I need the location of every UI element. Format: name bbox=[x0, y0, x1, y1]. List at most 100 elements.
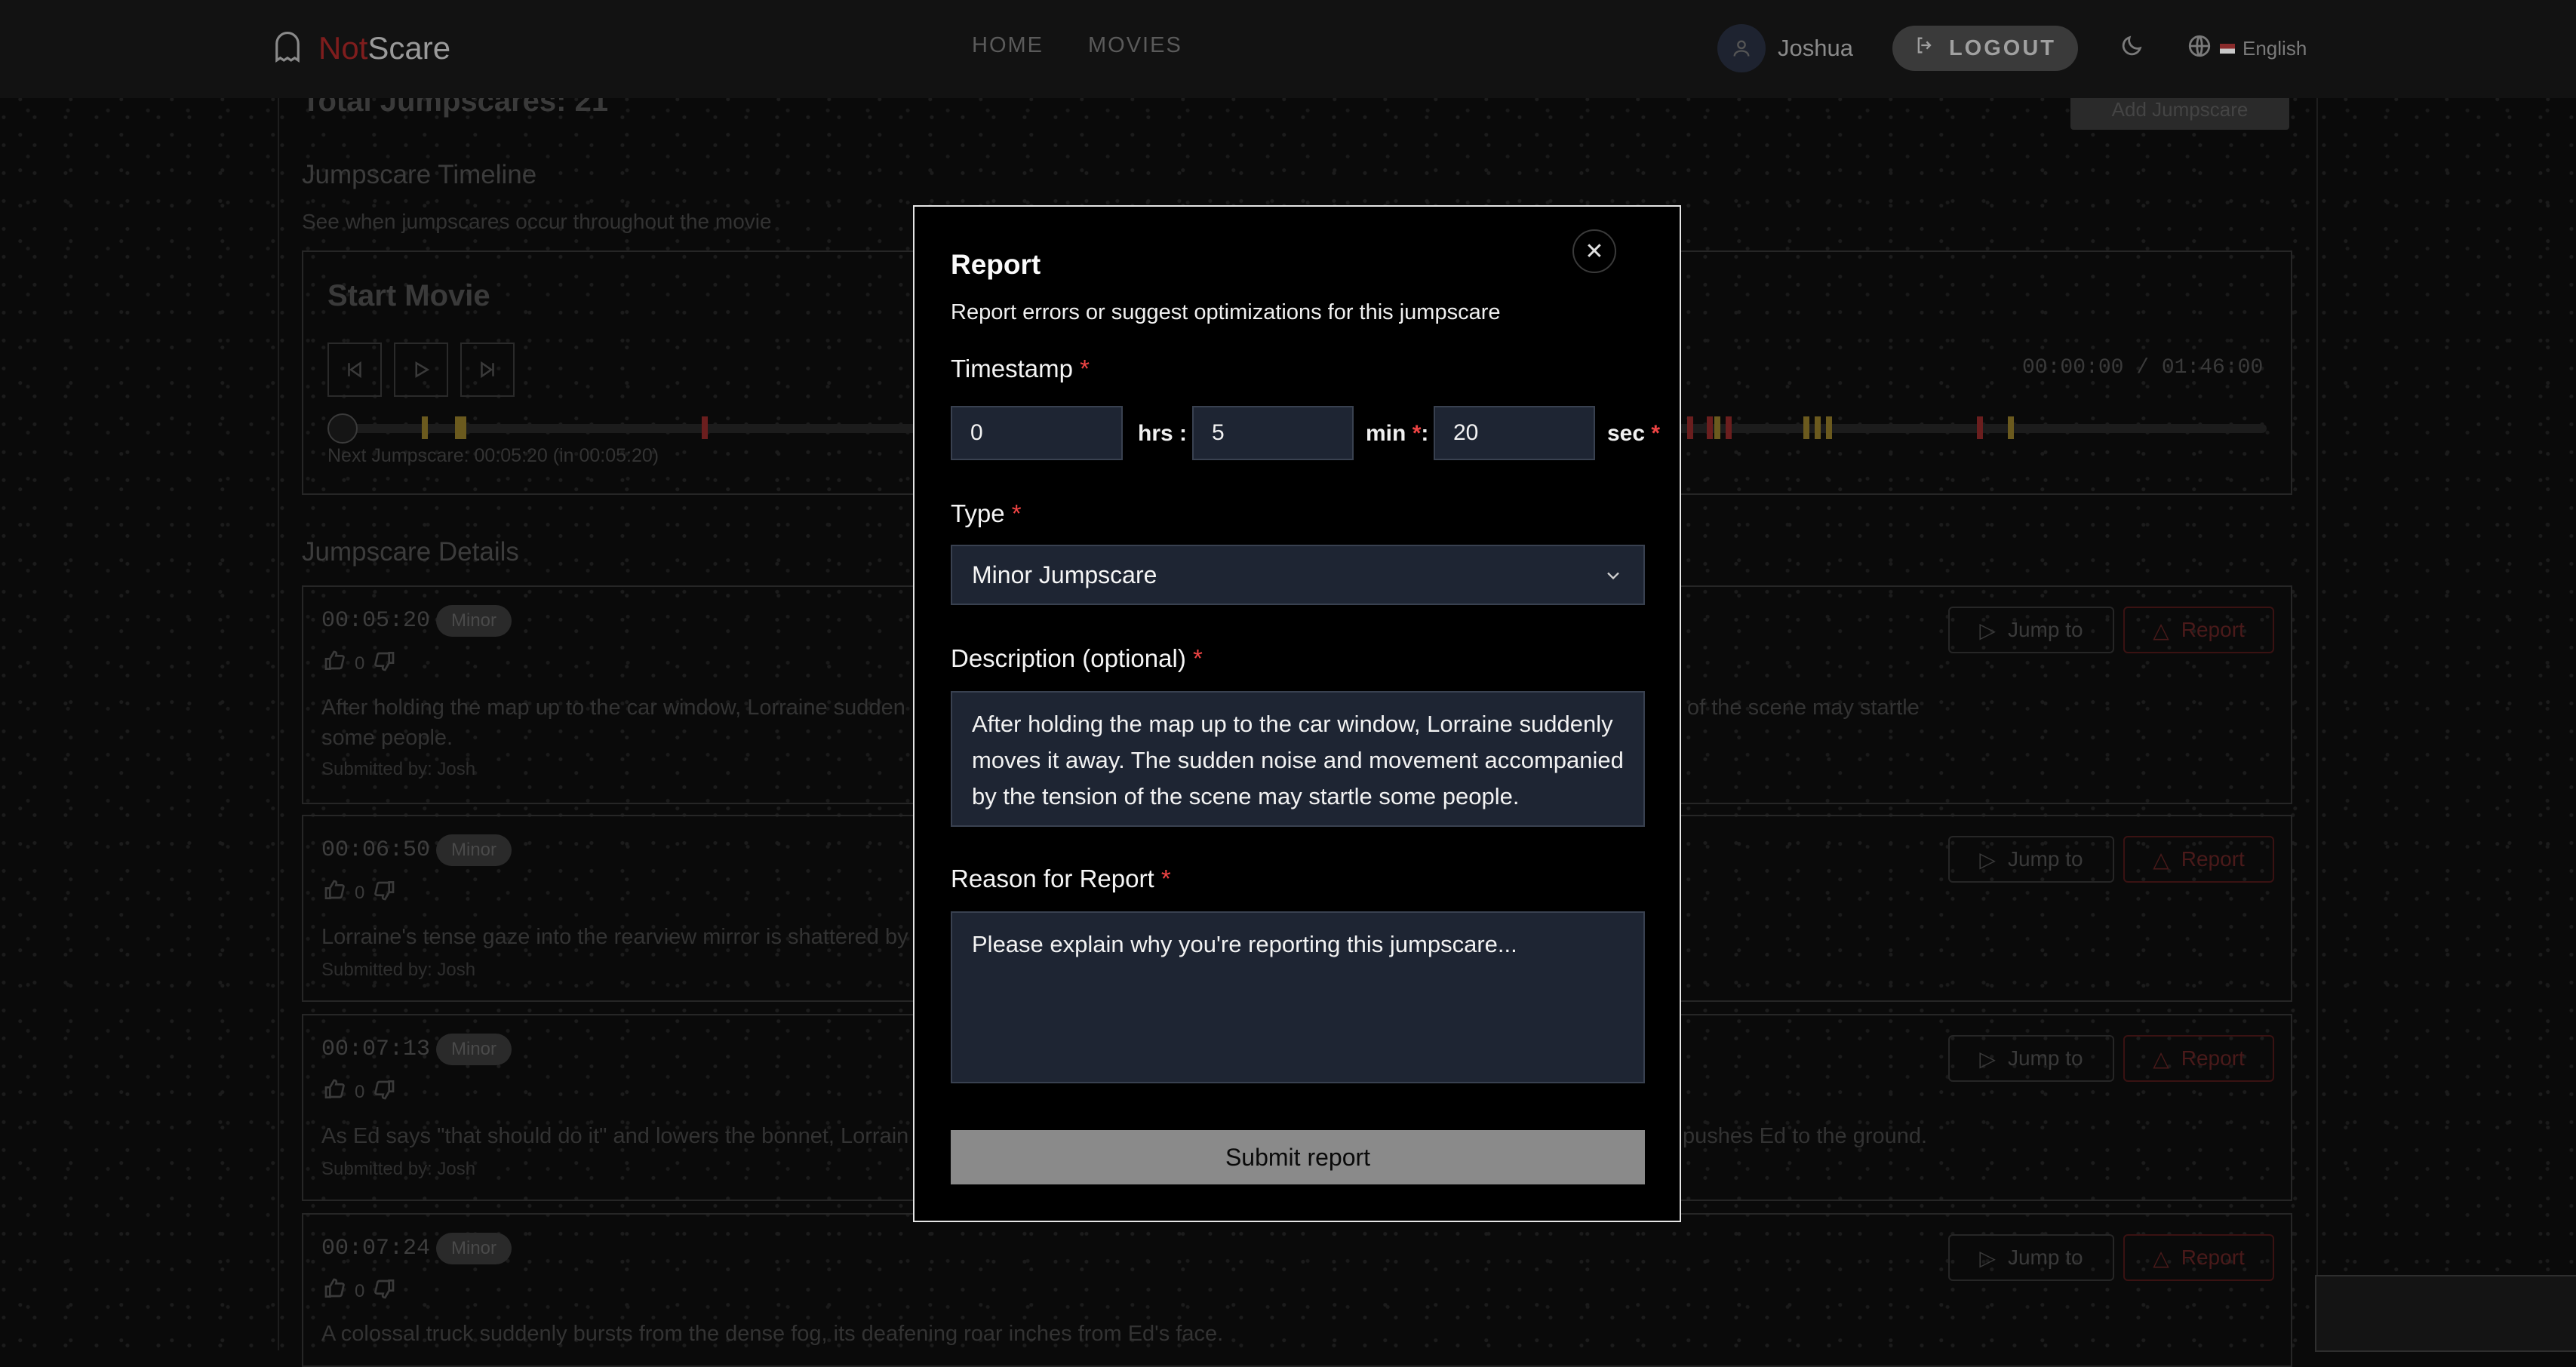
report-button[interactable]: △ Report bbox=[2123, 836, 2274, 883]
required-marker: * bbox=[1651, 421, 1661, 446]
minutes-unit: min *: bbox=[1366, 421, 1429, 446]
jump-to-button[interactable]: ▷ Jump to bbox=[1948, 1234, 2114, 1281]
hours-unit: hrs : bbox=[1138, 421, 1188, 446]
timeline-marker[interactable] bbox=[1826, 416, 1833, 439]
vote-count: 0 bbox=[355, 882, 365, 903]
logo-scare-text: Scare bbox=[367, 29, 451, 66]
card-description-right: of the scene may startle bbox=[1687, 696, 1920, 720]
card-description: As Ed says "that should do it" and lower… bbox=[321, 1124, 909, 1148]
warning-icon: △ bbox=[2153, 1046, 2169, 1071]
required-marker: * bbox=[1192, 644, 1203, 672]
minutes-unit-text: min bbox=[1366, 421, 1406, 446]
thumbs-up-icon[interactable] bbox=[323, 649, 347, 678]
seconds-input[interactable]: 20 bbox=[1434, 406, 1595, 460]
card-badge: Minor bbox=[436, 605, 512, 637]
report-button[interactable]: △ Report bbox=[2123, 1234, 2274, 1281]
timeline-marker[interactable] bbox=[2007, 416, 2014, 439]
play-button[interactable] bbox=[394, 343, 448, 397]
timeline-marker[interactable] bbox=[1726, 416, 1732, 439]
timeline-marker[interactable] bbox=[1977, 416, 1983, 439]
thumbs-up-icon[interactable] bbox=[323, 1276, 347, 1306]
card-badge: Minor bbox=[436, 834, 512, 866]
report-label: Report bbox=[2181, 618, 2245, 641]
reason-label-text: Reason for Report bbox=[951, 865, 1154, 892]
timeline-marker[interactable] bbox=[1706, 416, 1713, 439]
jump-to-button[interactable]: ▷ Jump to bbox=[1948, 1035, 2114, 1082]
top-nav-bar: NotScare HOME MOVIES Joshua LOGOUT Engli… bbox=[0, 0, 2576, 98]
logout-icon bbox=[1914, 35, 1935, 62]
thumbs-up-icon[interactable] bbox=[323, 878, 347, 908]
skip-back-button[interactable] bbox=[327, 343, 382, 397]
add-jumpscare-label: Add Jumpscare bbox=[2111, 97, 2249, 121]
report-modal: ✕ Report Report errors or suggest optimi… bbox=[913, 205, 1681, 1222]
skip-forward-button[interactable] bbox=[460, 343, 515, 397]
report-label: Report bbox=[2181, 1046, 2245, 1070]
moon-icon[interactable] bbox=[2119, 33, 2144, 63]
vote-count: 0 bbox=[355, 1280, 365, 1301]
time-display: 00:00:00 / 01:46:00 bbox=[2022, 356, 2264, 379]
timeline-title: Jumpscare Timeline bbox=[302, 160, 537, 189]
jump-to-button[interactable]: ▷ Jump to bbox=[1948, 607, 2114, 653]
description-label: Description (optional) * bbox=[951, 644, 1203, 673]
type-label-text: Type bbox=[951, 499, 1005, 527]
timeline-knob[interactable] bbox=[327, 413, 358, 444]
jump-to-button[interactable]: ▷ Jump to bbox=[1948, 836, 2114, 883]
thumbs-down-icon[interactable] bbox=[372, 649, 396, 678]
report-label: Report bbox=[2181, 1246, 2245, 1269]
report-label: Report bbox=[2181, 847, 2245, 871]
logout-label: LOGOUT bbox=[1948, 35, 2057, 60]
screenshot-thumbnail[interactable] bbox=[2315, 1275, 2576, 1352]
chevron-down-icon bbox=[1603, 564, 1624, 592]
nav-movies[interactable]: MOVIES bbox=[1088, 33, 1182, 58]
timeline-marker[interactable] bbox=[1814, 416, 1821, 439]
thumbs-up-icon[interactable] bbox=[323, 1077, 347, 1107]
report-button[interactable]: △ Report bbox=[2123, 607, 2274, 653]
nav-home[interactable]: HOME bbox=[972, 33, 1044, 58]
type-select[interactable]: Minor Jumpscare bbox=[951, 545, 1645, 605]
vote-count: 0 bbox=[355, 653, 365, 674]
timeline-subtitle: See when jumpscares occur throughout the… bbox=[302, 210, 772, 233]
user-name: Joshua bbox=[1778, 35, 1853, 61]
reason-textarea[interactable]: Please explain why you're reporting this… bbox=[951, 911, 1645, 1083]
warning-icon: △ bbox=[2153, 618, 2169, 642]
description-textarea[interactable]: After holding the map up to the car wind… bbox=[951, 691, 1645, 827]
flag-icon bbox=[2220, 44, 2235, 54]
description-label-text: Description (optional) bbox=[951, 644, 1186, 672]
user-menu[interactable]: Joshua bbox=[1717, 24, 1853, 72]
required-marker: * bbox=[1011, 499, 1022, 527]
language-selector[interactable]: English bbox=[2187, 33, 2307, 64]
logout-button[interactable]: LOGOUT bbox=[1892, 26, 2078, 71]
report-button[interactable]: △ Report bbox=[2123, 1035, 2274, 1082]
timeline-marker[interactable] bbox=[422, 416, 429, 439]
card-description: Lorraine's tense gaze into the rearview … bbox=[321, 925, 908, 949]
thumbs-down-icon[interactable] bbox=[372, 1276, 396, 1306]
warning-icon: △ bbox=[2153, 1246, 2169, 1270]
thumbs-down-icon[interactable] bbox=[372, 878, 396, 908]
warning-icon: △ bbox=[2153, 847, 2169, 871]
card-votes: 0 bbox=[323, 878, 396, 908]
modal-title: Report bbox=[951, 249, 1041, 280]
user-avatar-icon bbox=[1717, 24, 1766, 72]
card-votes: 0 bbox=[323, 1077, 396, 1107]
timeline-marker[interactable] bbox=[460, 416, 467, 439]
minutes-input[interactable]: 5 bbox=[1192, 406, 1354, 460]
details-title: Jumpscare Details bbox=[302, 537, 519, 567]
reason-label: Reason for Report * bbox=[951, 865, 1171, 893]
start-movie-heading: Start Movie bbox=[327, 279, 490, 312]
close-button[interactable]: ✕ bbox=[1572, 229, 1616, 273]
timeline-marker[interactable] bbox=[1803, 416, 1809, 439]
close-icon: ✕ bbox=[1585, 238, 1604, 264]
card-submitted-by: Submitted by: Josh bbox=[321, 960, 476, 980]
site-logo[interactable]: NotScare bbox=[273, 29, 450, 67]
timeline-marker[interactable] bbox=[702, 416, 709, 439]
timeline-marker[interactable] bbox=[1687, 416, 1693, 439]
play-icon: ▷ bbox=[1979, 847, 1996, 871]
submit-report-button[interactable]: Submit report bbox=[951, 1130, 1645, 1184]
hours-input[interactable]: 0 bbox=[951, 406, 1123, 460]
vote-count: 0 bbox=[355, 1081, 365, 1102]
thumbs-down-icon[interactable] bbox=[372, 1077, 396, 1107]
required-marker: * bbox=[1160, 865, 1171, 892]
timeline-marker[interactable] bbox=[1714, 416, 1720, 439]
modal-subtitle: Report errors or suggest optimizations f… bbox=[951, 300, 1501, 324]
jump-to-label: Jump to bbox=[2007, 618, 2083, 641]
